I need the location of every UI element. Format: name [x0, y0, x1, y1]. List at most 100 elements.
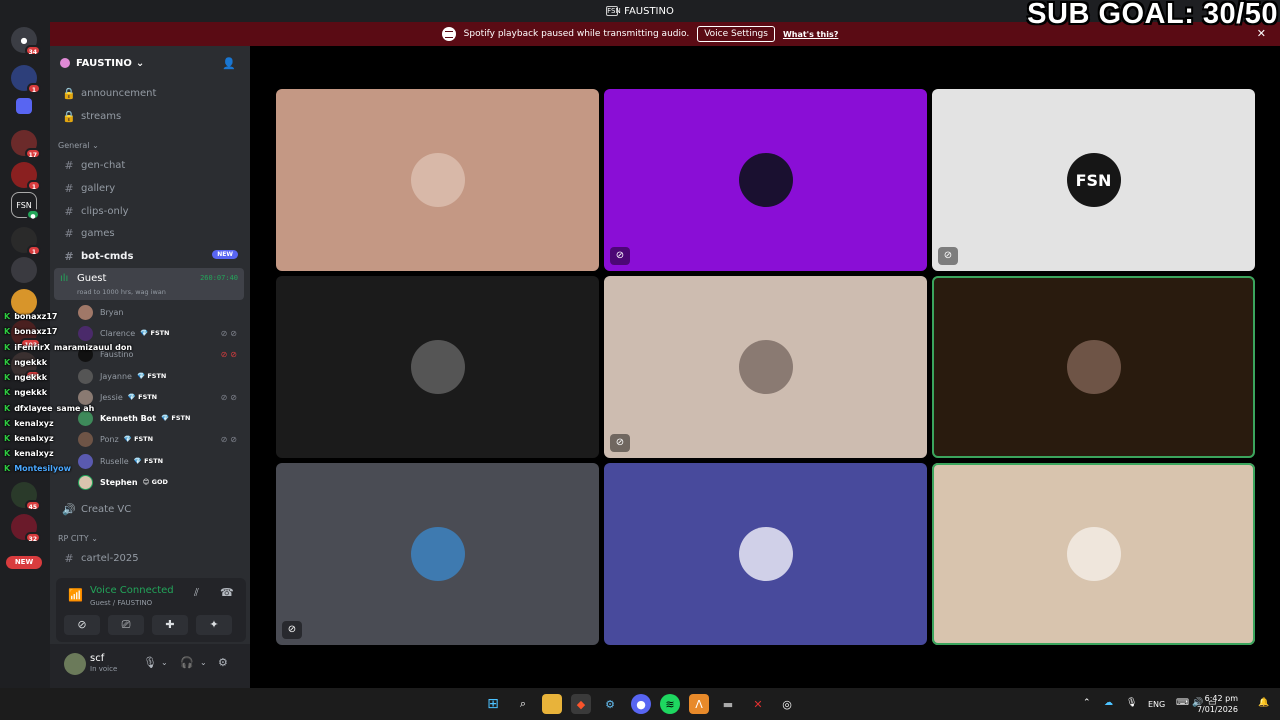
category-rp-city[interactable]: RP CITY ⌄	[58, 534, 98, 543]
server-icon[interactable]: 1	[11, 227, 41, 256]
network-icon[interactable]: ⌨	[1176, 698, 1189, 708]
spotify-icon[interactable]: ≋	[660, 694, 680, 714]
microphone-icon[interactable]: 🎙	[143, 656, 157, 669]
start-icon[interactable]: ⊞	[483, 694, 503, 714]
participant-tile[interactable]	[932, 463, 1255, 645]
voice-location: Guest / FAUSTINO	[90, 599, 153, 607]
voice-user[interactable]: Jayanne 💎 FSTN	[78, 366, 244, 386]
signal-icon: 📶	[68, 588, 83, 602]
participant-tile[interactable]: ⊘	[276, 463, 599, 645]
chevron-up-icon[interactable]: ⌃	[1083, 698, 1091, 708]
chevron-down-icon[interactable]: ⌄	[200, 658, 207, 667]
voice-user[interactable]: Clarence 💎 FSTN ⊘⊘	[78, 323, 244, 343]
screen-share-button[interactable]: ⎚	[108, 615, 144, 635]
file-explorer-icon[interactable]	[542, 694, 562, 714]
settings-gear-icon[interactable]: ⚙	[218, 656, 228, 669]
participant-tile[interactable]: FSN ⊘	[932, 89, 1255, 271]
channel-streams[interactable]: 🔒 streams	[58, 106, 244, 126]
voice-user[interactable]: Ruselle 💎 FSTN	[78, 451, 244, 471]
steam-icon[interactable]: ⚙	[600, 694, 620, 714]
voice-user[interactable]: Bryan	[78, 302, 244, 322]
user-name[interactable]: scf	[90, 653, 104, 664]
soundboard-button[interactable]: ✦	[196, 615, 232, 635]
server-header[interactable]: FAUSTINO ⌄ 👤	[50, 46, 250, 80]
category-label: General	[58, 141, 90, 150]
participant-tile[interactable]	[276, 276, 599, 458]
participant-tile[interactable]: ⊘	[604, 89, 927, 271]
avatar	[738, 527, 793, 581]
voice-connected-label[interactable]: Voice Connected	[90, 585, 174, 596]
avatar	[78, 453, 93, 469]
channel-cartel-2025[interactable]: # cartel-2025	[58, 548, 244, 568]
language-indicator[interactable]: ENG	[1148, 700, 1165, 709]
channel-gen-chat[interactable]: # gen-chat	[58, 155, 244, 175]
avatar[interactable]	[64, 653, 86, 675]
disconnect-icon[interactable]: ☎	[220, 586, 234, 599]
role-tag-label: FSTN	[150, 329, 170, 337]
voice-user-name: Jessie	[100, 392, 123, 402]
chat-user: bonaxz17	[14, 312, 58, 321]
server-icon[interactable]: 32	[11, 514, 41, 543]
add-member-icon[interactable]: 👤	[222, 57, 236, 70]
participant-tile[interactable]	[276, 89, 599, 271]
avatar: FSN	[1066, 153, 1121, 207]
role-tag-label: FSTN	[171, 414, 191, 422]
microphone-icon[interactable]: 🎙	[1126, 698, 1137, 708]
participant-tile[interactable]: ⊘	[604, 276, 927, 458]
role-tag: 😊 GOD	[142, 478, 168, 486]
chat-overlay-line: Kbonaxz17	[4, 312, 58, 321]
voice-channel-guest[interactable]: ılı Guest road to 1000 hrs, wag iwan 260…	[54, 268, 244, 300]
voice-settings-button[interactable]: Voice Settings	[697, 26, 775, 42]
channel-label: announcement	[81, 87, 157, 99]
folder-icon[interactable]	[16, 98, 32, 114]
cloud-icon[interactable]: ☁	[1104, 698, 1113, 708]
brave-browser-icon[interactable]: ◆	[571, 694, 591, 714]
channel-bot-cmds[interactable]: # bot-cmds NEW	[58, 246, 244, 266]
app-icon[interactable]: Λ	[689, 694, 709, 714]
app-icon[interactable]: ◎	[777, 694, 797, 714]
chat-user: dfxlayee	[14, 404, 53, 413]
server-icon[interactable]: 17	[11, 130, 41, 159]
whats-this-link[interactable]: What's this?	[783, 30, 838, 39]
category-general[interactable]: General ⌄	[58, 141, 99, 150]
activities-button[interactable]: ✚	[152, 615, 188, 635]
new-servers-pill[interactable]: NEW	[6, 556, 42, 569]
channel-games[interactable]: # games	[58, 223, 244, 243]
chevron-down-icon[interactable]: ⌄	[161, 658, 168, 667]
channel-label: streams	[81, 110, 122, 122]
channel-clips-only[interactable]: # clips-only	[58, 201, 244, 221]
dm-home-icon[interactable]: ● 34	[11, 27, 41, 56]
create-vc-channel[interactable]: 🔊 Create VC	[58, 499, 244, 519]
role-tag-label: FSTN	[134, 435, 154, 443]
server-icon[interactable]	[11, 257, 37, 283]
channel-gallery[interactable]: # gallery	[58, 178, 244, 198]
server-icon[interactable]: 1	[11, 162, 41, 191]
clock[interactable]: 6:42 pm 7/01/2026	[1197, 693, 1238, 715]
clock-date: 7/01/2026	[1196, 705, 1238, 714]
voice-user[interactable]: Ponz 💎 FSTN ⊘⊘	[78, 429, 244, 449]
x-app-icon[interactable]: ✕	[748, 694, 768, 714]
hash-icon: #	[64, 158, 74, 172]
server-icon[interactable]: 45	[11, 482, 41, 511]
muted-mic-icon: ⊘	[610, 434, 630, 452]
voice-user-name: Ponz	[100, 434, 119, 444]
headphones-icon[interactable]: 🎧	[180, 656, 194, 669]
app-icon[interactable]: ▬	[718, 694, 738, 714]
chat-user: kenalxyz	[14, 419, 54, 428]
participant-tile[interactable]	[604, 463, 927, 645]
search-icon[interactable]: ⌕	[513, 694, 533, 714]
noise-suppression-icon[interactable]: ⫽	[194, 586, 199, 600]
notification-icon[interactable]: 🔔	[1258, 698, 1269, 708]
camera-off-button[interactable]: ⊘	[64, 615, 100, 635]
faustino-server-icon[interactable]: FSN ●	[11, 192, 40, 220]
unread-badge: 1	[27, 180, 41, 191]
channel-announcement[interactable]: 🔒 announcement	[58, 83, 244, 103]
server-icon[interactable]: 1	[11, 65, 41, 94]
voice-user[interactable]: Kenneth Bot 💎 FSTN	[78, 408, 244, 428]
avatar	[78, 431, 93, 447]
hash-icon: #	[64, 551, 74, 565]
voice-user[interactable]: Jessie 💎 FSTN ⊘⊘	[78, 387, 244, 407]
voice-user[interactable]: Stephen 😊 GOD	[78, 472, 244, 492]
discord-icon[interactable]: ●	[631, 694, 651, 714]
participant-tile[interactable]	[932, 276, 1255, 458]
